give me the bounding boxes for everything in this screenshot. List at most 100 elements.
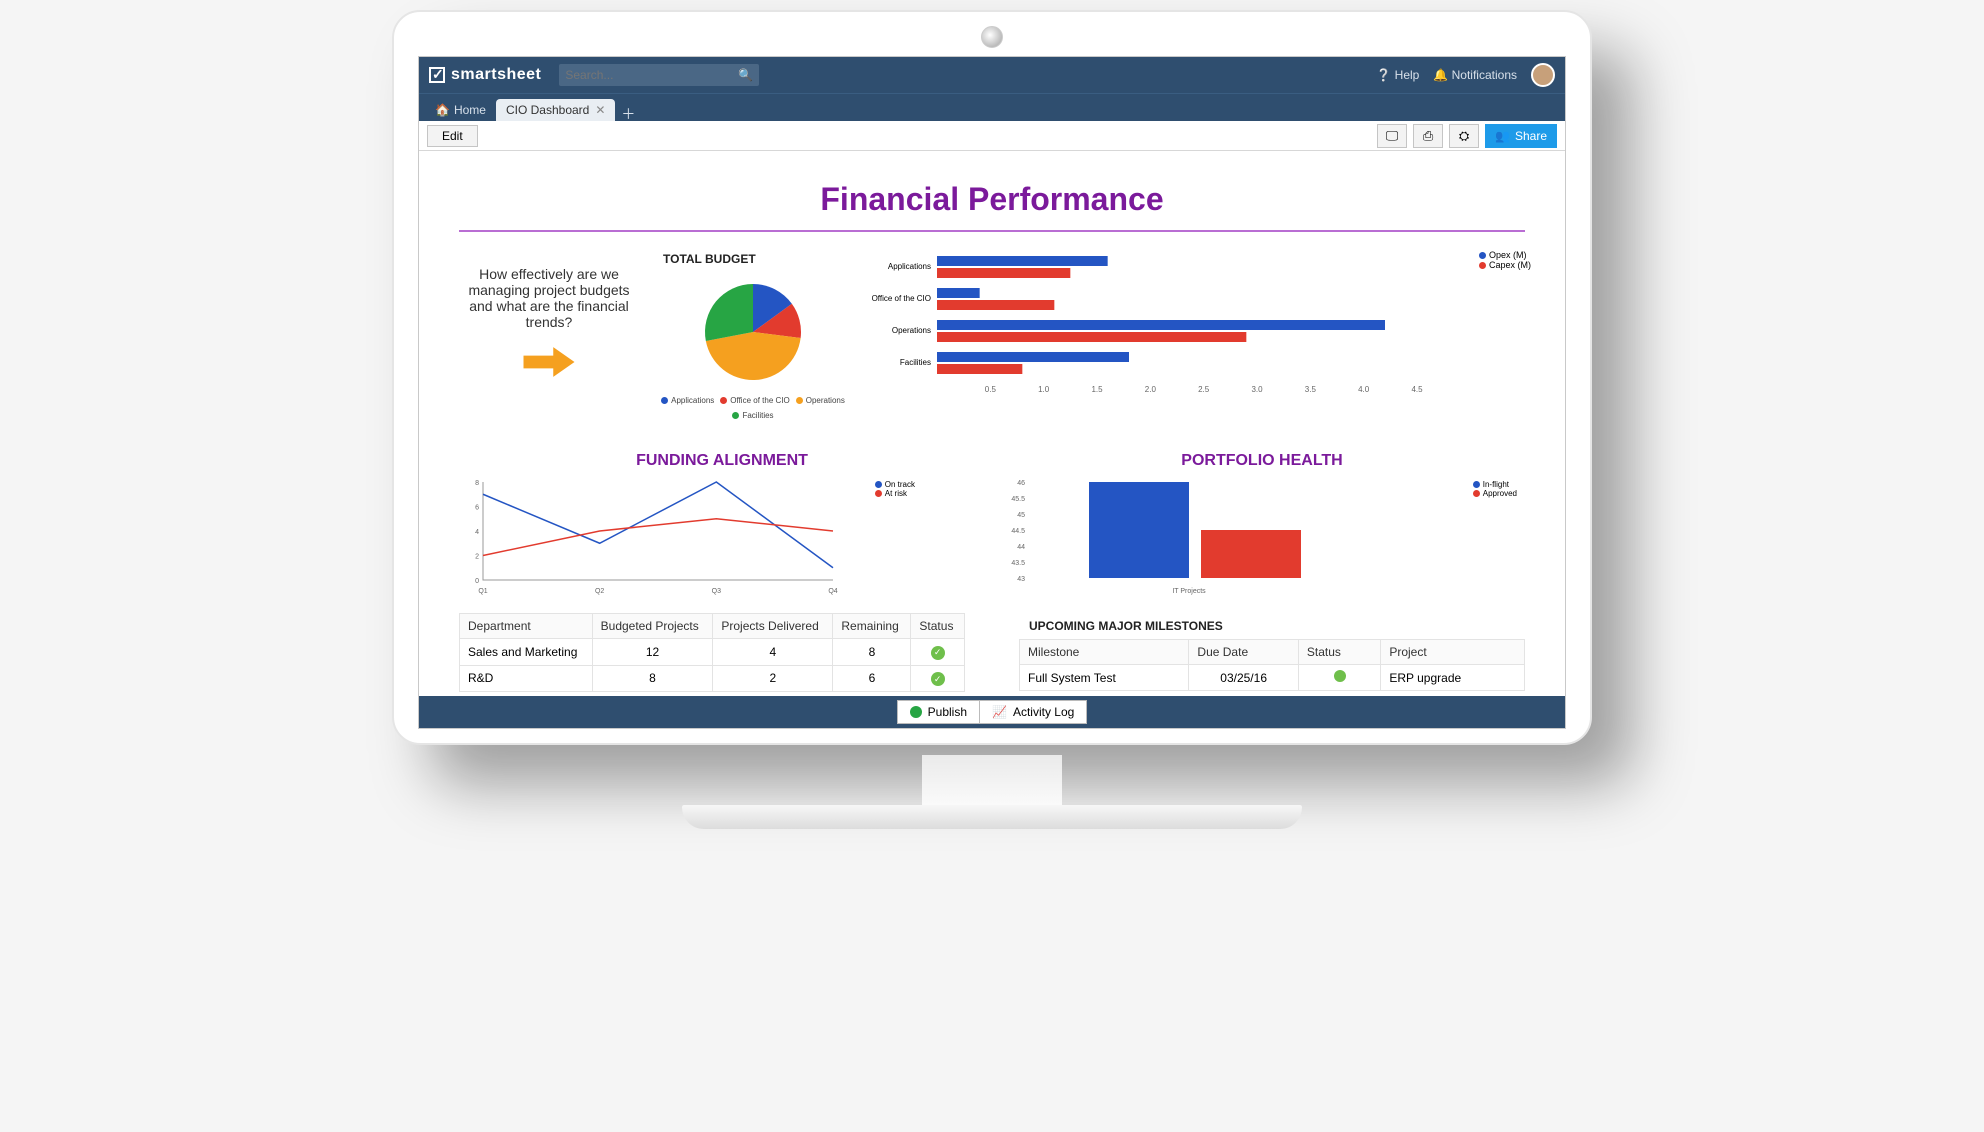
svg-text:3.5: 3.5: [1305, 385, 1317, 394]
present-button[interactable]: 🖵: [1377, 124, 1407, 148]
svg-text:43: 43: [1017, 576, 1025, 583]
tabbar: 🏠 Home CIO Dashboard ✕ ＋: [419, 93, 1565, 121]
pie-legend: ApplicationsOffice of the CIOOperationsF…: [653, 396, 853, 420]
topbar: smartsheet 🔍 ❔ Help 🔔 Notifications: [419, 57, 1565, 93]
footer-bar: Publish 📈 Activity Log: [419, 696, 1565, 728]
camera: [981, 26, 1003, 48]
screen: smartsheet 🔍 ❔ Help 🔔 Notifications 🏠 Ho…: [418, 56, 1566, 729]
table-row[interactable]: Full System Test03/25/16ERP upgrade: [1020, 665, 1525, 691]
svg-text:Q4: Q4: [828, 588, 837, 595]
row-2: FUNDING ALIGNMENT 02468Q1Q2Q3Q4 On track…: [459, 446, 1525, 601]
milestones-title: UPCOMING MAJOR MILESTONES: [1019, 613, 1525, 639]
line-legend: On trackAt risk: [875, 480, 915, 498]
svg-text:45.5: 45.5: [1011, 496, 1025, 503]
settings-button[interactable]: ⛭: [1449, 124, 1479, 148]
portfolio-legend: In-flightApproved: [1473, 480, 1517, 498]
monitor-frame: smartsheet 🔍 ❔ Help 🔔 Notifications 🏠 Ho…: [392, 10, 1592, 745]
column-header: Status: [1298, 640, 1380, 665]
tab-cio-dashboard[interactable]: CIO Dashboard ✕: [496, 99, 615, 121]
svg-text:43.5: 43.5: [1011, 560, 1025, 567]
share-button[interactable]: 👥 Share: [1485, 124, 1557, 148]
svg-text:Q2: Q2: [595, 588, 604, 595]
svg-text:0: 0: [475, 578, 479, 585]
brand-logo[interactable]: smartsheet: [429, 66, 541, 84]
svg-text:1.0: 1.0: [1038, 385, 1050, 394]
users-icon: 👥: [1495, 129, 1510, 143]
svg-text:6: 6: [475, 505, 479, 512]
home-icon: 🏠: [435, 103, 450, 117]
svg-text:8: 8: [475, 480, 479, 487]
close-icon[interactable]: ✕: [595, 103, 605, 117]
svg-text:2: 2: [475, 554, 479, 561]
svg-text:0.5: 0.5: [985, 385, 997, 394]
opex-capex-chart: Applications Office of the CIO Operations F…: [867, 246, 1525, 396]
table-row[interactable]: Sales and Marketing1248✓: [460, 639, 965, 666]
toolbar: Edit 🖵 ⎙ ⛭ 👥 Share: [419, 121, 1565, 151]
callout-text: How effectively are we managing project …: [459, 246, 639, 420]
svg-text:Q3: Q3: [712, 588, 721, 595]
total-budget-panel: TOTAL BUDGET ApplicationsOffice of the C…: [653, 246, 853, 420]
svg-text:45: 45: [1017, 512, 1025, 519]
svg-text:46: 46: [1017, 480, 1025, 487]
column-header: Milestone: [1020, 640, 1189, 665]
activity-log-button[interactable]: 📈 Activity Log: [979, 700, 1087, 724]
notifications-link[interactable]: 🔔 Notifications: [1433, 68, 1517, 82]
funding-panel: FUNDING ALIGNMENT 0 2 4 6 8 Q1 Q2 Q3 Q4 On track…: [459, 446, 985, 601]
arrow-icon: [459, 344, 639, 389]
column-header: Remaining: [833, 614, 911, 639]
brand-check-icon: [429, 67, 445, 83]
page-title: Financial Performance: [459, 167, 1525, 230]
monitor-stand-neck: [922, 755, 1062, 805]
column-header: Due Date: [1189, 640, 1298, 665]
total-budget-title: TOTAL BUDGET: [653, 246, 853, 272]
portfolio-bar-chart: 4343.54444.54545.546IT Projects: [999, 476, 1429, 596]
opex-capex-panel: Applications Office of the CIO Operations F…: [867, 246, 1525, 420]
brand-name: smartsheet: [451, 66, 541, 84]
edit-button[interactable]: Edit: [427, 125, 478, 147]
publish-button[interactable]: Publish: [897, 700, 979, 724]
row-3: DepartmentBudgeted ProjectsProjects Deli…: [459, 613, 1525, 696]
svg-text:44: 44: [1017, 544, 1025, 551]
column-header: Department: [460, 614, 593, 639]
title-divider: [459, 230, 1525, 232]
svg-text:44.5: 44.5: [1011, 528, 1025, 535]
total-budget-pie: [653, 272, 853, 392]
portfolio-title: PORTFOLIO HEALTH: [999, 446, 1525, 476]
search-input[interactable]: 🔍: [559, 64, 759, 86]
activity-icon: 📈: [992, 705, 1007, 719]
column-header: Project: [1381, 640, 1525, 665]
table-row[interactable]: R&D826✓: [460, 665, 965, 692]
svg-text:4: 4: [475, 529, 479, 536]
column-header: Projects Delivered: [713, 614, 833, 639]
milestones-panel: UPCOMING MAJOR MILESTONES MilestoneDue D…: [1019, 613, 1525, 692]
svg-text:Operations: Operations: [892, 326, 931, 335]
svg-text:Applications: Applications: [888, 262, 931, 271]
department-table: DepartmentBudgeted ProjectsProjects Deli…: [459, 613, 965, 692]
tab-home[interactable]: 🏠 Home: [425, 99, 496, 121]
svg-text:Facilities: Facilities: [900, 358, 931, 367]
tab-add[interactable]: ＋: [621, 107, 635, 121]
monitor-stand-base: [682, 805, 1302, 829]
hbar-legend: Opex (M)Capex (M): [1479, 250, 1531, 270]
svg-text:4.5: 4.5: [1411, 385, 1423, 394]
print-button[interactable]: ⎙: [1413, 124, 1443, 148]
svg-text:3.0: 3.0: [1251, 385, 1263, 394]
search-icon: 🔍: [738, 68, 753, 82]
svg-text:1.5: 1.5: [1091, 385, 1103, 394]
portfolio-panel: PORTFOLIO HEALTH 4343.54444.54545.546IT …: [999, 446, 1525, 601]
help-link[interactable]: ❔ Help: [1376, 68, 1419, 82]
column-header: Status: [911, 614, 965, 639]
svg-text:Office of the CIO: Office of the CIO: [872, 294, 931, 303]
funding-line-chart: 0 2 4 6 8 Q1 Q2 Q3 Q4: [459, 476, 879, 596]
search-field[interactable]: [565, 68, 738, 82]
column-header: Budgeted Projects: [592, 614, 713, 639]
avatar[interactable]: [1531, 63, 1555, 87]
svg-text:2.5: 2.5: [1198, 385, 1210, 394]
funding-title: FUNDING ALIGNMENT: [459, 446, 985, 476]
row-1: How effectively are we managing project …: [459, 246, 1525, 420]
svg-text:4.0: 4.0: [1358, 385, 1370, 394]
svg-text:2.0: 2.0: [1145, 385, 1157, 394]
dashboard: Financial Performance How effectively ar…: [419, 151, 1565, 696]
svg-text:Q1: Q1: [478, 588, 487, 595]
publish-dot-icon: [910, 706, 922, 718]
